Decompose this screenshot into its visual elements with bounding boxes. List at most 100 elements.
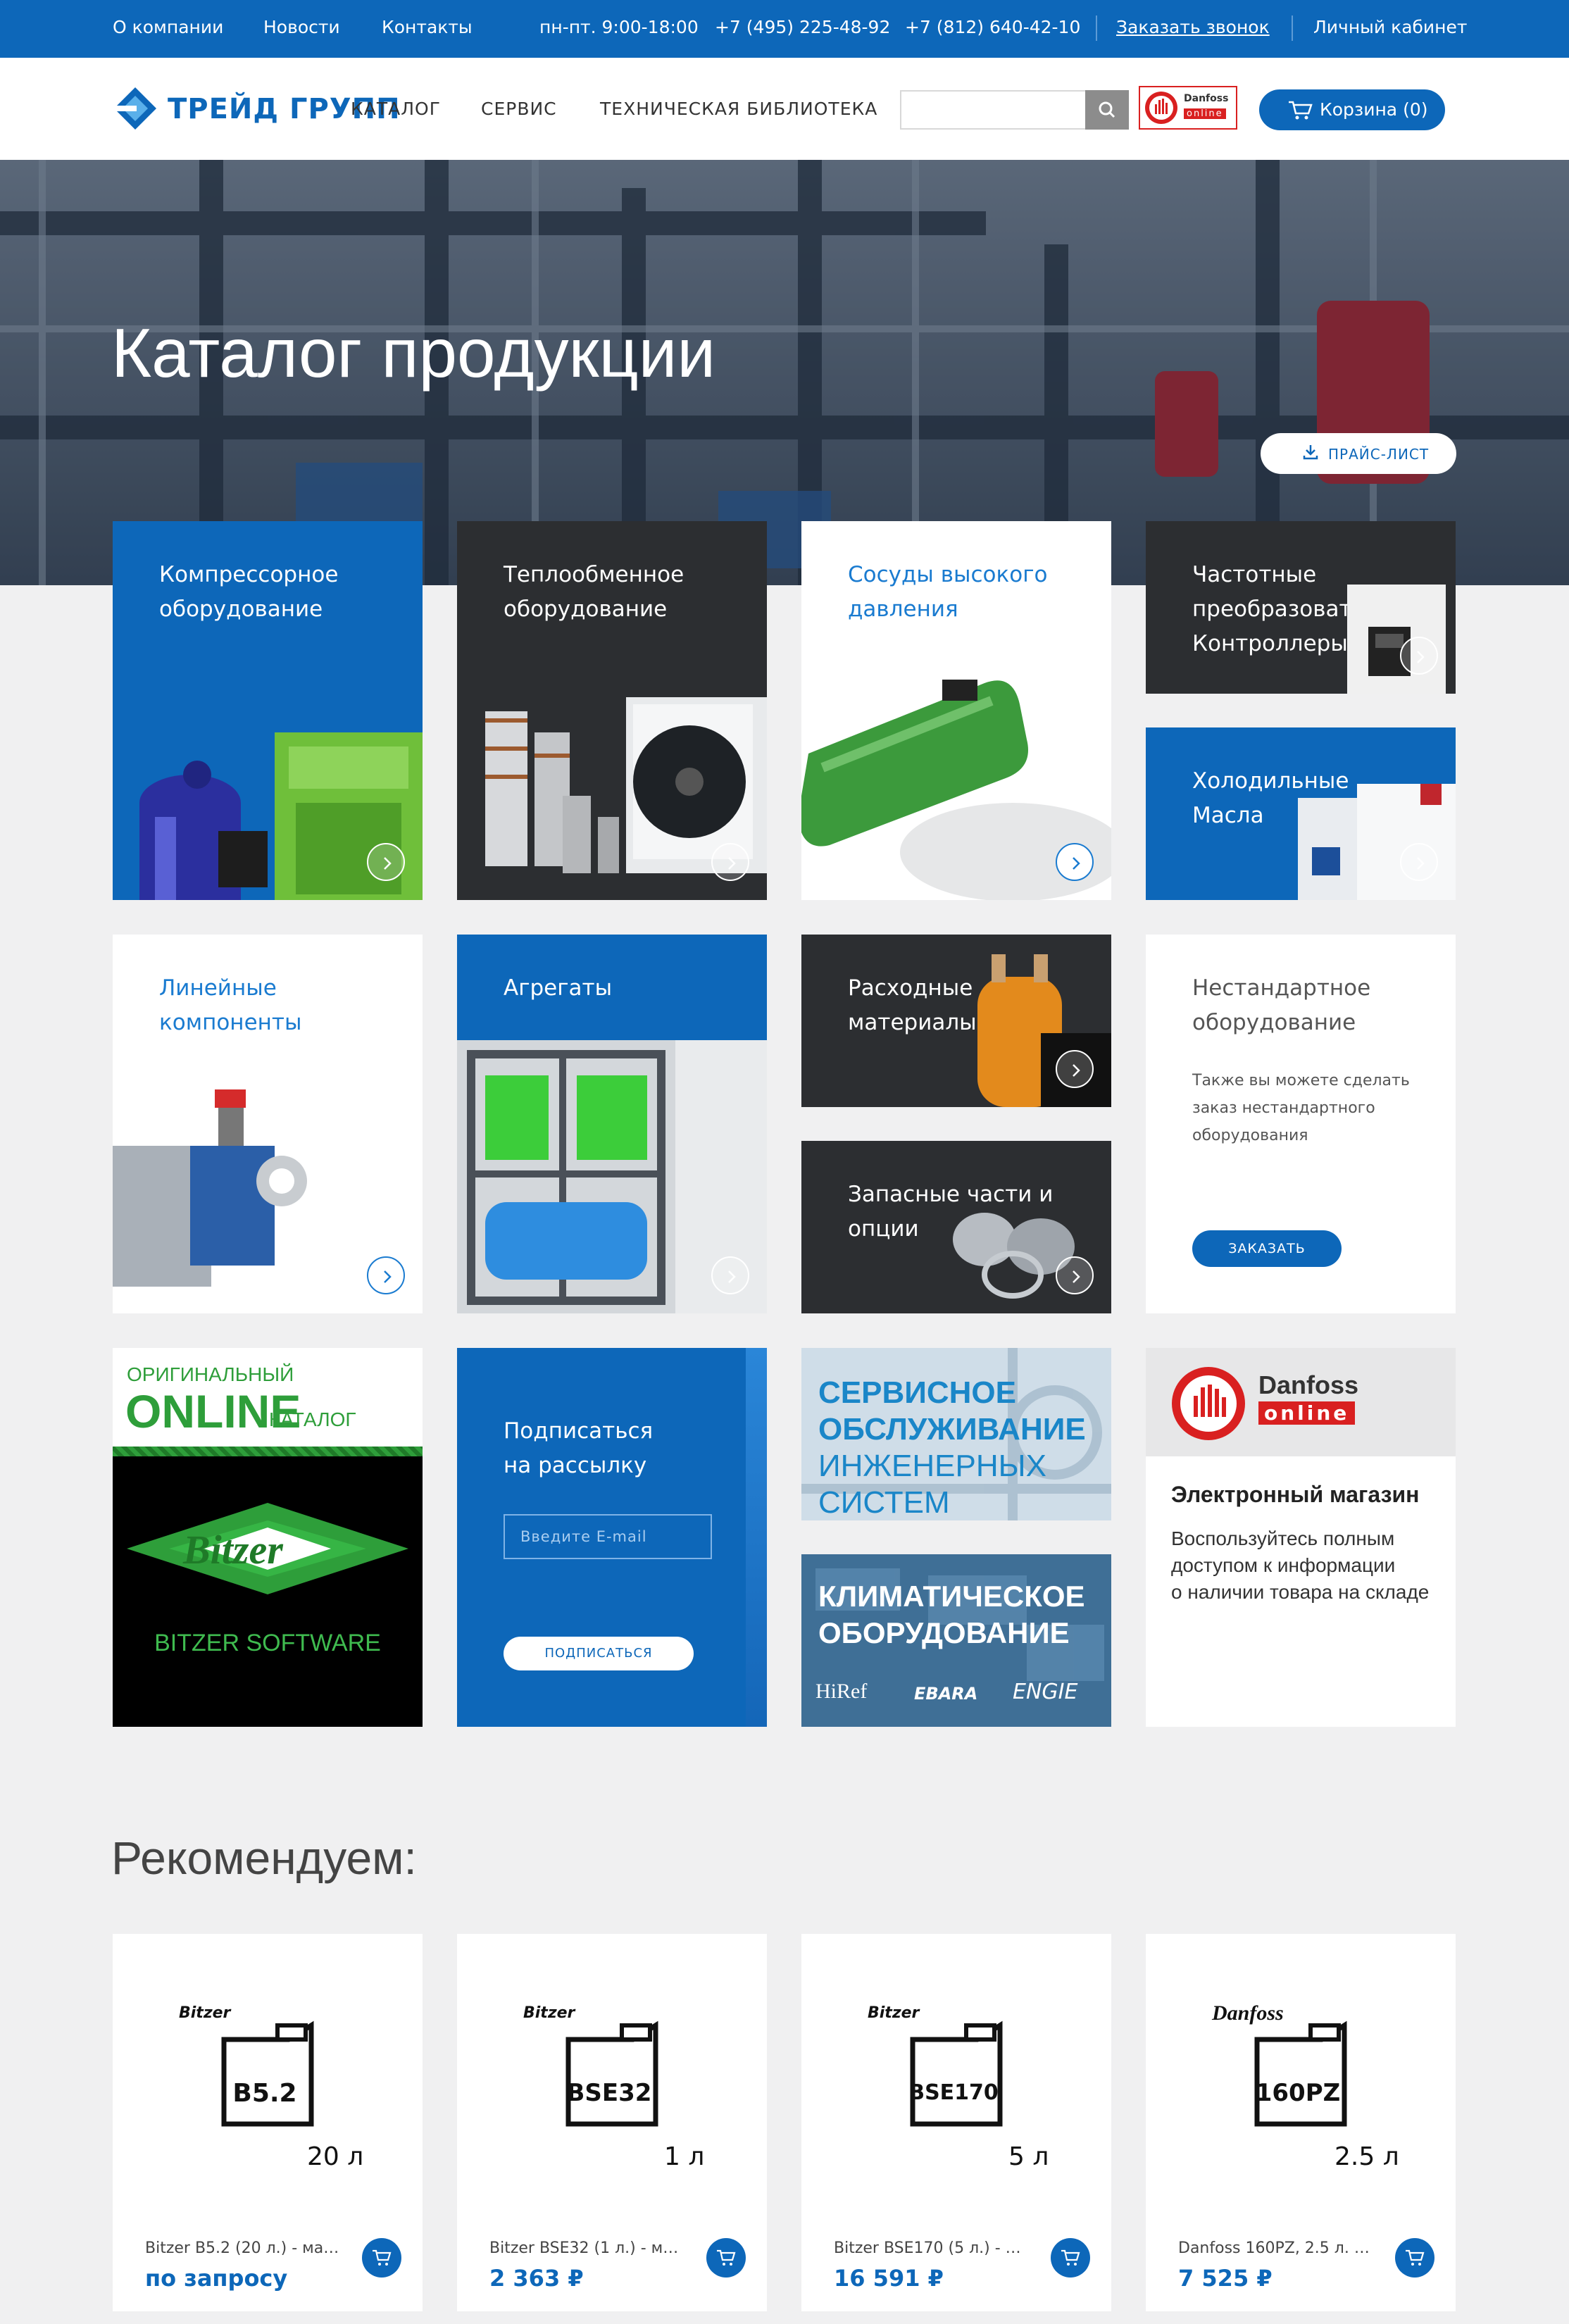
- arrow-right-icon[interactable]: [711, 1256, 749, 1294]
- custom-equipment-text: Также вы можете сделать заказ нестандартн…: [1192, 1072, 1410, 1144]
- category-line-components[interactable]: Линейные компоненты: [113, 935, 423, 1313]
- product-name[interactable]: Bitzer BSE170 (5 л.) - …: [834, 2239, 1038, 2257]
- cart-icon: [717, 2249, 736, 2266]
- nav-service[interactable]: СЕРВИС: [481, 99, 557, 119]
- engie-logo: ENGIE: [1013, 1680, 1078, 1704]
- canister-icon: [565, 2020, 658, 2127]
- subscribe-title: Подписаться на рассылку: [504, 1418, 654, 1478]
- product-code: 160PZ: [1255, 2079, 1341, 2107]
- add-to-cart-button[interactable]: [706, 2238, 746, 2278]
- about-link[interactable]: О компании: [113, 17, 223, 37]
- product-card[interactable]: Bitzer B5.2 20 л Bitzer B5.2 (20 л.) - м…: [113, 1934, 423, 2311]
- product-volume: 5 л: [1008, 2142, 1049, 2171]
- climate-banner[interactable]: КЛИМАТИЧЕСКОЕ ОБОРУДОВАНИЕ HiRef EBARA EN…: [801, 1554, 1111, 1727]
- bitzer-original-label: ОРИГИНАЛЬНЫЙ: [127, 1363, 294, 1385]
- subscribe-button[interactable]: ПОДПИСАТЬСЯ: [504, 1637, 694, 1670]
- canister-icon: [910, 2020, 1003, 2127]
- product-volume: 20 л: [307, 2142, 364, 2171]
- bitzer-software-label: BITZER SOFTWARE: [154, 1630, 381, 1656]
- arrow-right-icon[interactable]: [1400, 637, 1438, 675]
- bitzer-logo-text: Bitzer: [183, 1527, 283, 1573]
- price-list-label: ПРАЙС-ЛИСТ: [1328, 446, 1430, 463]
- work-hours: пн-пт. 9:00-18:00: [539, 17, 699, 37]
- phone-spb[interactable]: +7 (812) 640-42-10: [905, 17, 1080, 37]
- ebara-logo: EBARA: [914, 1684, 978, 1704]
- arrow-right-icon[interactable]: [1056, 1256, 1094, 1294]
- search-input[interactable]: [900, 90, 1087, 130]
- recommend-title: Рекомендуем:: [111, 1832, 417, 1884]
- nav-library[interactable]: ТЕХНИЧЕСКАЯ БИБЛИОТЕКА: [600, 99, 877, 119]
- product-volume: 2.5 л: [1334, 2142, 1399, 2171]
- bitzer-catalog-label: КАТАЛОГ: [269, 1408, 356, 1430]
- category-inverters[interactable]: Частотные преобразователи, Контроллеры: [1146, 521, 1456, 694]
- add-to-cart-button[interactable]: [362, 2238, 401, 2278]
- canister-icon: [221, 2020, 314, 2127]
- nav-catalog[interactable]: КАТАЛОГ: [351, 99, 441, 119]
- product-price: по запросу: [145, 2265, 288, 2292]
- product-name[interactable]: Danfoss 160PZ, 2.5 л. …: [1178, 2239, 1382, 2257]
- bitzer-catalog-banner[interactable]: ОРИГИНАЛЬНЫЙ ONLINE КАТАЛОГ Bitzer BITZE…: [113, 1348, 423, 1727]
- category-vessels[interactable]: Сосуды высокого давления: [801, 521, 1111, 900]
- logo-icon[interactable]: [113, 86, 158, 131]
- subscribe-card: Подписаться на рассылку Введите E-mail ПО…: [457, 1348, 767, 1727]
- header: ТРЕЙД ГРУПП КАТАЛОГ СЕРВИС ТЕХНИЧЕСКАЯ Б…: [0, 58, 1569, 160]
- valve-image: [113, 1089, 307, 1287]
- danfoss-shop-card[interactable]: Danfoss online Электронный магазин Воспо…: [1146, 1348, 1456, 1727]
- order-button[interactable]: ЗАКАЗАТЬ: [1192, 1230, 1342, 1267]
- compressor-image: [139, 732, 423, 900]
- email-input[interactable]: Введите E-mail: [504, 1514, 712, 1559]
- news-link[interactable]: Новости: [263, 17, 340, 37]
- custom-equipment-card: Нестандартное оборудование Также вы может…: [1146, 935, 1456, 1313]
- canister-icon: [1254, 2020, 1347, 2127]
- category-consumables[interactable]: Расходные материалы: [801, 935, 1111, 1107]
- danfoss-badge-online: online: [1184, 108, 1226, 119]
- product-code: B5.2: [232, 2079, 297, 2108]
- subscribe-card-edge: [746, 1348, 767, 1727]
- danfoss-shop-text: Воспользуйтесь полным доступом к информац…: [1171, 1528, 1430, 1603]
- top-bar: О компании Новости Контакты пн-пт. 9:00-…: [0, 0, 1569, 58]
- category-aggregates[interactable]: Агрегаты: [457, 935, 767, 1313]
- product-code: BSE170: [908, 2080, 999, 2105]
- category-heat-exchange[interactable]: Теплообменное оборудование: [457, 521, 767, 900]
- search-button[interactable]: [1085, 90, 1129, 130]
- arrow-right-icon[interactable]: [711, 843, 749, 881]
- danfoss-shop-online: online: [1258, 1401, 1356, 1425]
- climate-title: КЛИМАТИЧЕСКОЕ ОБОРУДОВАНИЕ: [818, 1580, 1085, 1649]
- cart-button[interactable]: Корзина (0): [1259, 89, 1445, 130]
- arrow-right-icon[interactable]: [1400, 843, 1438, 881]
- product-card[interactable]: Bitzer BSE32 1 л Bitzer BSE32 (1 л.) - м…: [457, 1934, 767, 2311]
- arrow-right-icon[interactable]: [1056, 843, 1094, 881]
- product-price: 16 591 ₽: [834, 2265, 944, 2292]
- cart-icon: [373, 2249, 392, 2266]
- arrow-right-icon[interactable]: [367, 1256, 405, 1294]
- product-name[interactable]: Bitzer BSE32 (1 л.) - м…: [489, 2239, 694, 2257]
- add-to-cart-button[interactable]: [1051, 2238, 1090, 2278]
- product-card[interactable]: Bitzer BSE170 5 л Bitzer BSE170 (5 л.) -…: [801, 1934, 1111, 2311]
- phone-moscow[interactable]: +7 (495) 225-48-92: [715, 17, 890, 37]
- aggregate-rack-image: [457, 1040, 767, 1313]
- service-banner[interactable]: СЕРВИСНОЕ ОБСЛУЖИВАНИЕ ИНЖЕНЕРНЫХ СИСТЕМ: [801, 1348, 1111, 1520]
- danfoss-logo-icon: [1172, 1367, 1245, 1440]
- danfoss-online-badge[interactable]: Danfoss online: [1139, 86, 1237, 130]
- category-compressor[interactable]: Компрессорное оборудование: [113, 521, 423, 900]
- add-to-cart-button[interactable]: [1395, 2238, 1434, 2278]
- account-link[interactable]: Личный кабинет: [1313, 17, 1467, 37]
- search-icon: [1099, 101, 1115, 118]
- callback-link[interactable]: Заказать звонок: [1116, 17, 1270, 37]
- category-oils[interactable]: Холодильные Масла: [1146, 727, 1456, 900]
- danfoss-shop-title: Электронный магазин: [1171, 1482, 1420, 1507]
- price-list-button[interactable]: ПРАЙС-ЛИСТ: [1261, 433, 1456, 474]
- danfoss-shop-brand: Danfoss: [1258, 1370, 1359, 1399]
- green-stripe: [113, 1447, 423, 1456]
- pressure-vessel-image: [801, 680, 1111, 900]
- page-title: Каталог продукции: [111, 314, 716, 392]
- product-card[interactable]: Danfoss 160PZ 2.5 л Danfoss 160PZ, 2.5 л…: [1146, 1934, 1456, 2311]
- product-name[interactable]: Bitzer B5.2 (20 л.) - ма…: [145, 2239, 349, 2257]
- arrow-right-icon[interactable]: [1056, 1050, 1094, 1088]
- custom-equipment-title: Нестандартное оборудование: [1192, 975, 1371, 1035]
- product-price: 7 525 ₽: [1178, 2265, 1273, 2292]
- danfoss-badge-name: Danfoss: [1184, 93, 1229, 104]
- arrow-right-icon[interactable]: [367, 843, 405, 881]
- contacts-link[interactable]: Контакты: [382, 17, 473, 37]
- category-spare-parts[interactable]: Запасные части и опции: [801, 1141, 1111, 1313]
